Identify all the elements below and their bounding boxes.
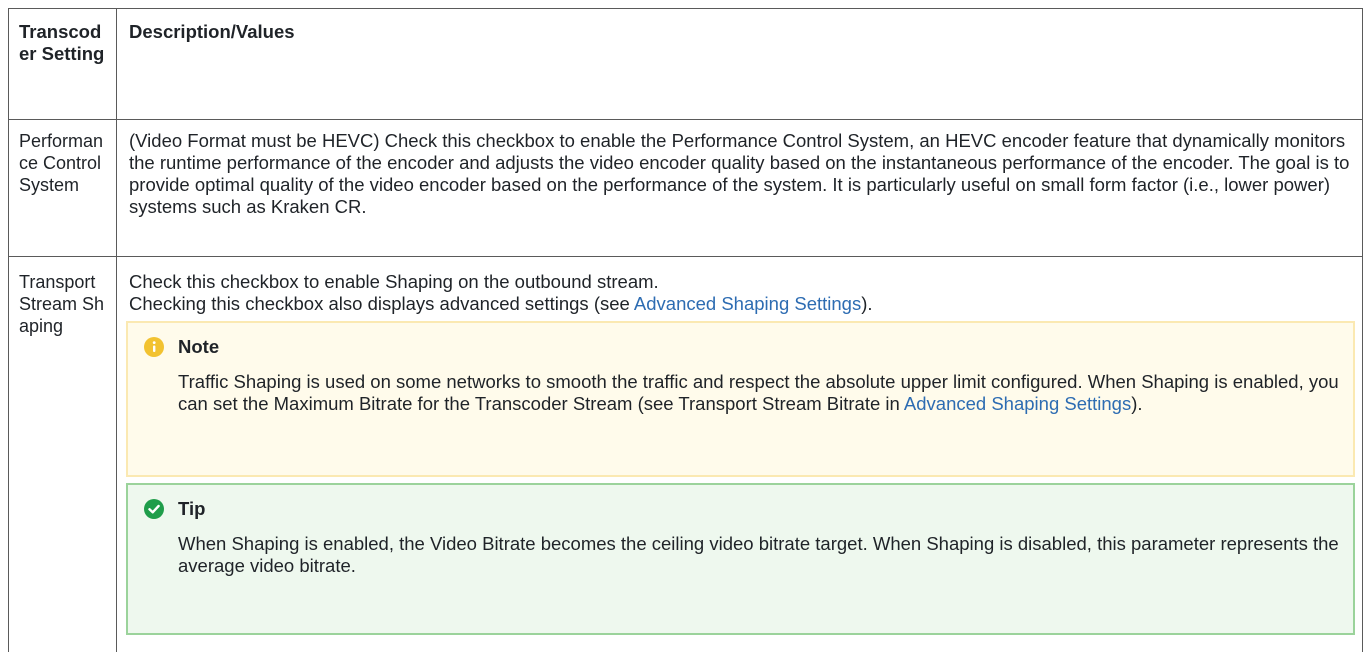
tip-title-row: Tip [142,497,1339,521]
note-title: Note [178,336,220,357]
description-line: Check this checkbox to enable Shaping on… [129,271,659,292]
note-body: Traffic Shaping is used on some networks… [142,371,1339,415]
setting-description: Check this checkbox to enable Shaping on… [117,257,1362,652]
advanced-shaping-settings-link[interactable]: Advanced Shaping Settings [634,293,861,314]
setting-name: Transport Stream Shaping [9,257,117,652]
table-header-row: Transcoder Setting Description/Values [9,9,1362,120]
setting-name: Performance Control System [9,120,117,256]
tip-panel: Tip When Shaping is enabled, the Video B… [126,483,1355,635]
note-text: ). [1131,393,1143,414]
setting-description: (Video Format must be HEVC) Check this c… [129,130,1350,217]
info-circle-icon [144,337,164,357]
check-circle-icon [144,499,164,519]
description-text: ). [861,293,873,314]
advanced-shaping-settings-link[interactable]: Advanced Shaping Settings [904,393,1131,414]
table-row: Transport Stream Shaping Check this chec… [9,257,1362,652]
note-title-row: Note [142,335,1339,359]
tip-body: When Shaping is enabled, the Video Bitra… [178,533,1339,576]
settings-table: Transcoder Setting Description/Values Pe… [8,8,1363,652]
note-text: Traffic Shaping is used on some networks… [178,371,1339,414]
tip-title: Tip [178,498,206,519]
table-row: Performance Control System (Video Format… [9,120,1362,257]
note-panel: Note Traffic Shaping is used on some net… [126,321,1355,477]
header-setting: Transcoder Setting [9,9,117,119]
description-text: Checking this checkbox also displays adv… [129,293,634,314]
description-line: Checking this checkbox also displays adv… [129,293,1352,315]
header-description: Description/Values [129,21,295,42]
